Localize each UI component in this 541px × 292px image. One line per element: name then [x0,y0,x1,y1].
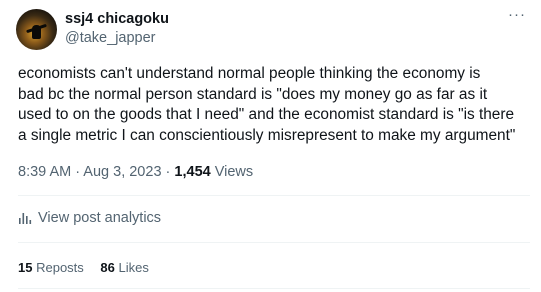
tweet-time[interactable]: 8:39 AM [18,164,71,180]
more-options-icon[interactable]: ··· [507,7,527,26]
meta-separator: · [71,164,84,180]
views-label: Views [214,164,254,180]
author-handle[interactable]: @take_japper [65,30,156,46]
bar-chart-icon [19,213,32,224]
divider [18,288,530,289]
views-count: 1,454 [174,164,211,180]
tweet-card: ssj4 chicagoku @take_japper ··· economis… [0,0,541,292]
view-analytics-link[interactable]: View post analytics [18,210,161,226]
likes-count: 86 [100,260,115,275]
likes-stat[interactable]: 86 Likes [100,260,148,275]
divider [18,242,530,243]
engagement-stats: 15 Reposts 86 Likes [18,260,162,275]
avatar-figure [32,25,41,39]
reposts-stat[interactable]: 15 Reposts [18,260,84,275]
reposts-count: 15 [18,260,33,275]
tweet-date[interactable]: Aug 3, 2023 [83,164,161,180]
reposts-label: Reposts [36,260,84,275]
likes-label: Likes [118,260,149,275]
view-analytics-label: View post analytics [38,210,162,226]
avatar[interactable] [16,9,57,50]
tweet-meta: 8:39 AM · Aug 3, 2023 · 1,454 Views [18,164,253,180]
meta-separator: · [161,164,175,180]
author-display-name[interactable]: ssj4 chicagoku [65,11,169,27]
tweet-text: economists can't understand normal peopl… [18,65,516,144]
divider [18,195,530,196]
